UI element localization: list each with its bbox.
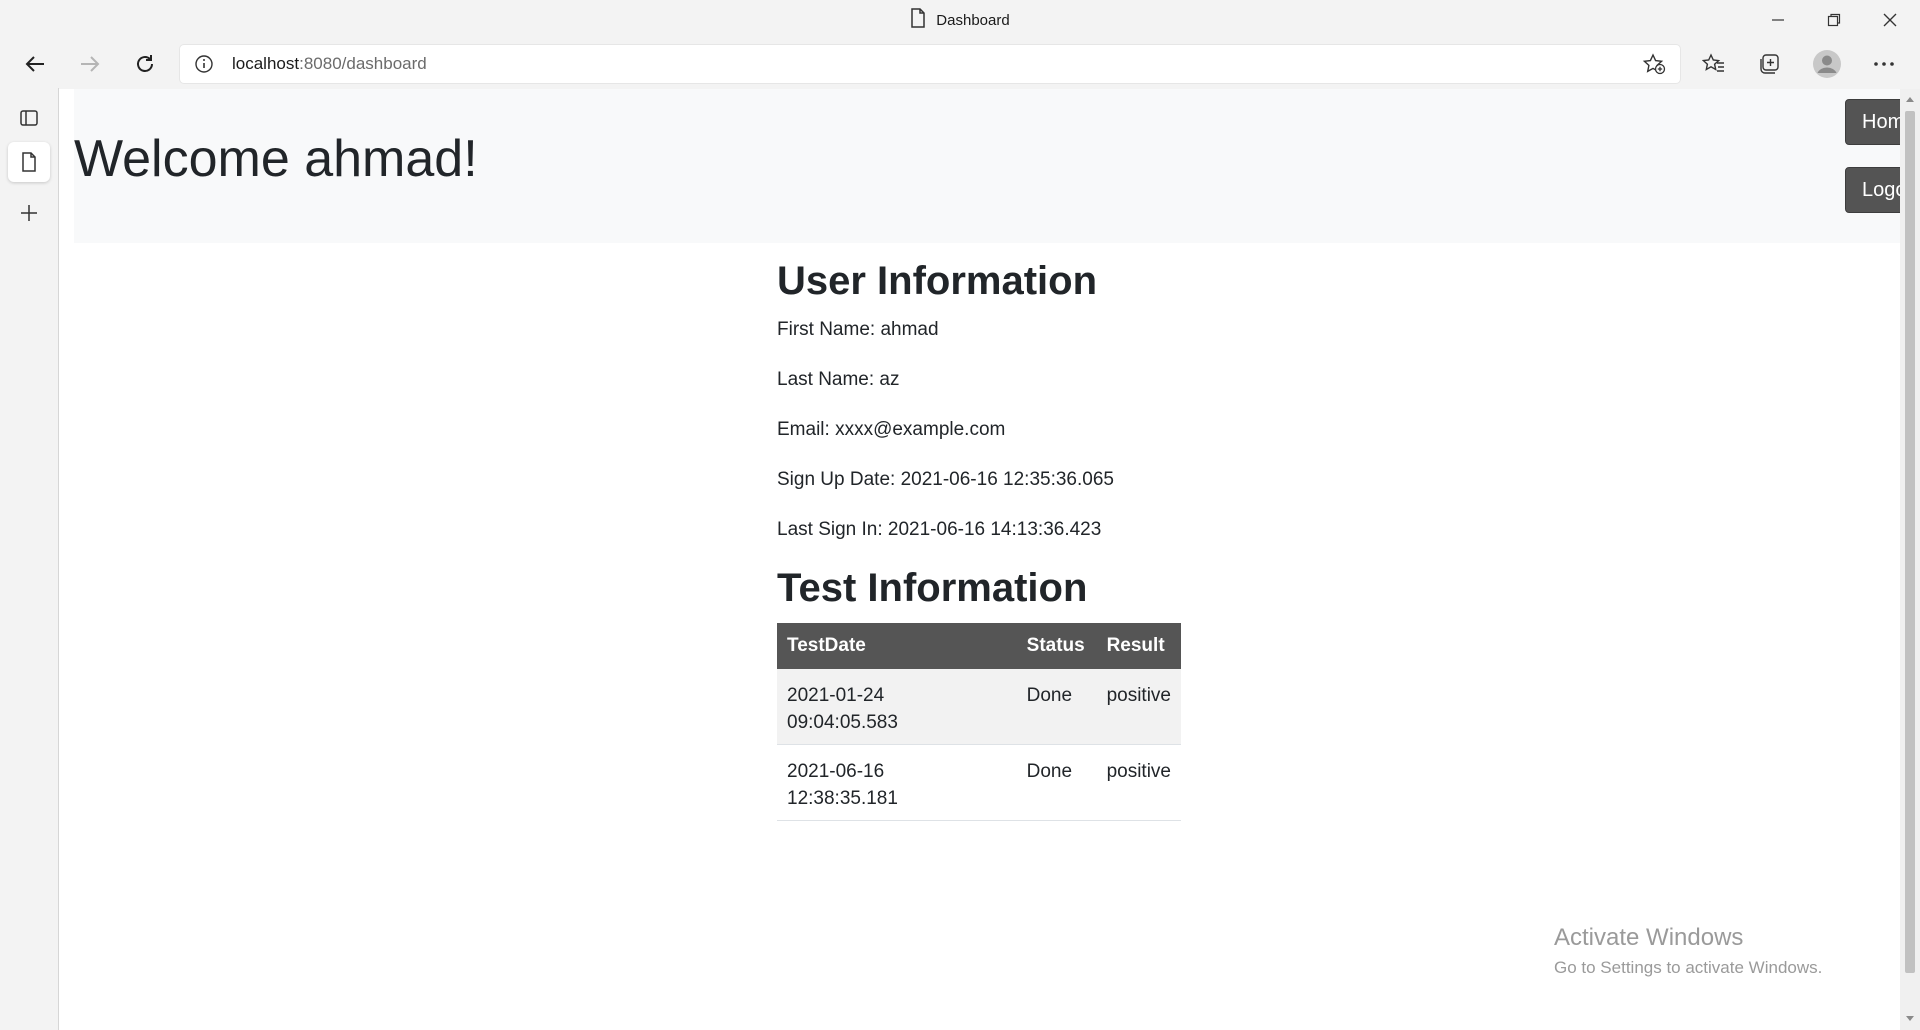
vertical-scrollbar[interactable] — [1900, 89, 1920, 1030]
collections-icon — [1760, 54, 1779, 74]
last-name-text: Last Name: az — [777, 369, 900, 390]
cell-status: Done — [1016, 669, 1097, 745]
home-button[interactable]: Home — [1845, 99, 1900, 145]
close-window-button[interactable] — [1862, 0, 1918, 40]
column-header-result: Result — [1096, 623, 1181, 669]
table-header-row: TestDate Status Result — [777, 623, 1181, 669]
watermark-title: Activate Windows — [1554, 924, 1744, 951]
address-bar[interactable]: localhost:8080/dashboard — [180, 45, 1680, 83]
cell-testdate: 2021-01-24 09:04:05.583 — [777, 669, 1017, 745]
vertical-tabs-pane — [0, 88, 59, 1030]
cell-status: Done — [1016, 744, 1097, 821]
column-header-testdate: TestDate — [777, 623, 1017, 669]
sign-up-date-text: Sign Up Date: 2021-06-16 12:35:36.065 — [777, 469, 1114, 490]
minimize-button[interactable] — [1750, 0, 1806, 40]
cell-result: positive — [1096, 744, 1181, 821]
tab-actions-button[interactable] — [8, 98, 50, 138]
favorites-button[interactable] — [1694, 44, 1734, 84]
scrollbar-thumb[interactable] — [1905, 111, 1915, 973]
settings-more-button[interactable] — [1864, 44, 1904, 84]
cell-result: positive — [1096, 669, 1181, 745]
time-text: 09:04:05.583 — [787, 712, 898, 733]
browser-toolbar: localhost:8080/dashboard — [0, 40, 1920, 88]
plus-icon — [21, 205, 37, 221]
time-text: 12:38:35.181 — [787, 788, 898, 809]
email-text: Email: xxxx@example.com — [777, 419, 1006, 440]
date-text: 2021-01-24 — [787, 685, 885, 706]
url-host: localhost — [232, 54, 300, 73]
url-path: :8080/dashboard — [299, 54, 427, 73]
add-favorite-icon[interactable] — [1642, 53, 1666, 80]
logout-button[interactable]: Logout! — [1845, 167, 1900, 213]
new-tab-button[interactable] — [8, 193, 50, 233]
back-button[interactable] — [15, 44, 55, 84]
tab-actions-icon — [20, 110, 38, 126]
watermark-subtitle: Go to Settings to activate Windows. — [1554, 958, 1823, 977]
more-dots-icon — [1874, 62, 1894, 66]
collections-button[interactable] — [1750, 44, 1790, 84]
activation-watermark: Activate Windows Go to Settings to activ… — [1554, 924, 1822, 978]
welcome-heading: Welcome ahmad! — [74, 130, 478, 188]
back-arrow-icon — [25, 56, 44, 72]
forward-arrow-icon — [81, 56, 100, 72]
profile-button[interactable] — [1807, 44, 1847, 84]
site-info-icon[interactable] — [194, 54, 224, 74]
date-text: 2021-06-16 — [787, 761, 885, 782]
page-header: Welcome ahmad! Home Logout! — [74, 89, 1900, 243]
restore-button[interactable] — [1806, 0, 1862, 40]
cell-testdate: 2021-06-16 12:38:35.181 — [777, 744, 1017, 821]
tab-dashboard[interactable] — [8, 142, 50, 182]
reload-button[interactable] — [125, 44, 165, 84]
user-info-heading: User Information — [777, 259, 1098, 303]
scroll-up-arrow-icon[interactable] — [1905, 95, 1915, 103]
avatar-icon — [1813, 50, 1841, 78]
column-header-status: Status — [1016, 623, 1097, 669]
first-name-text: First Name: ahmad — [777, 319, 939, 340]
window-title: Dashboard — [0, 0, 1920, 40]
forward-button[interactable] — [70, 44, 110, 84]
favorites-icon — [1702, 53, 1724, 72]
window-title-text: Dashboard — [936, 11, 1010, 29]
page-icon — [910, 8, 926, 32]
page-viewport: Welcome ahmad! Home Logout! User Informa… — [59, 89, 1900, 1030]
page-icon — [22, 152, 36, 172]
test-table: TestDate Status Result 2021-01-24 09:04:0… — [777, 623, 1181, 821]
title-bar: Dashboard — [0, 0, 1920, 40]
table-row: 2021-01-24 09:04:05.583 Done positive — [777, 669, 1181, 745]
test-info-heading: Test Information — [777, 566, 1088, 610]
scroll-down-arrow-icon[interactable] — [1905, 1015, 1915, 1023]
reload-icon — [137, 55, 153, 72]
last-sign-in-text: Last Sign In: 2021-06-16 14:13:36.423 — [777, 519, 1102, 540]
table-row: 2021-06-16 12:38:35.181 Done positive — [777, 744, 1181, 821]
